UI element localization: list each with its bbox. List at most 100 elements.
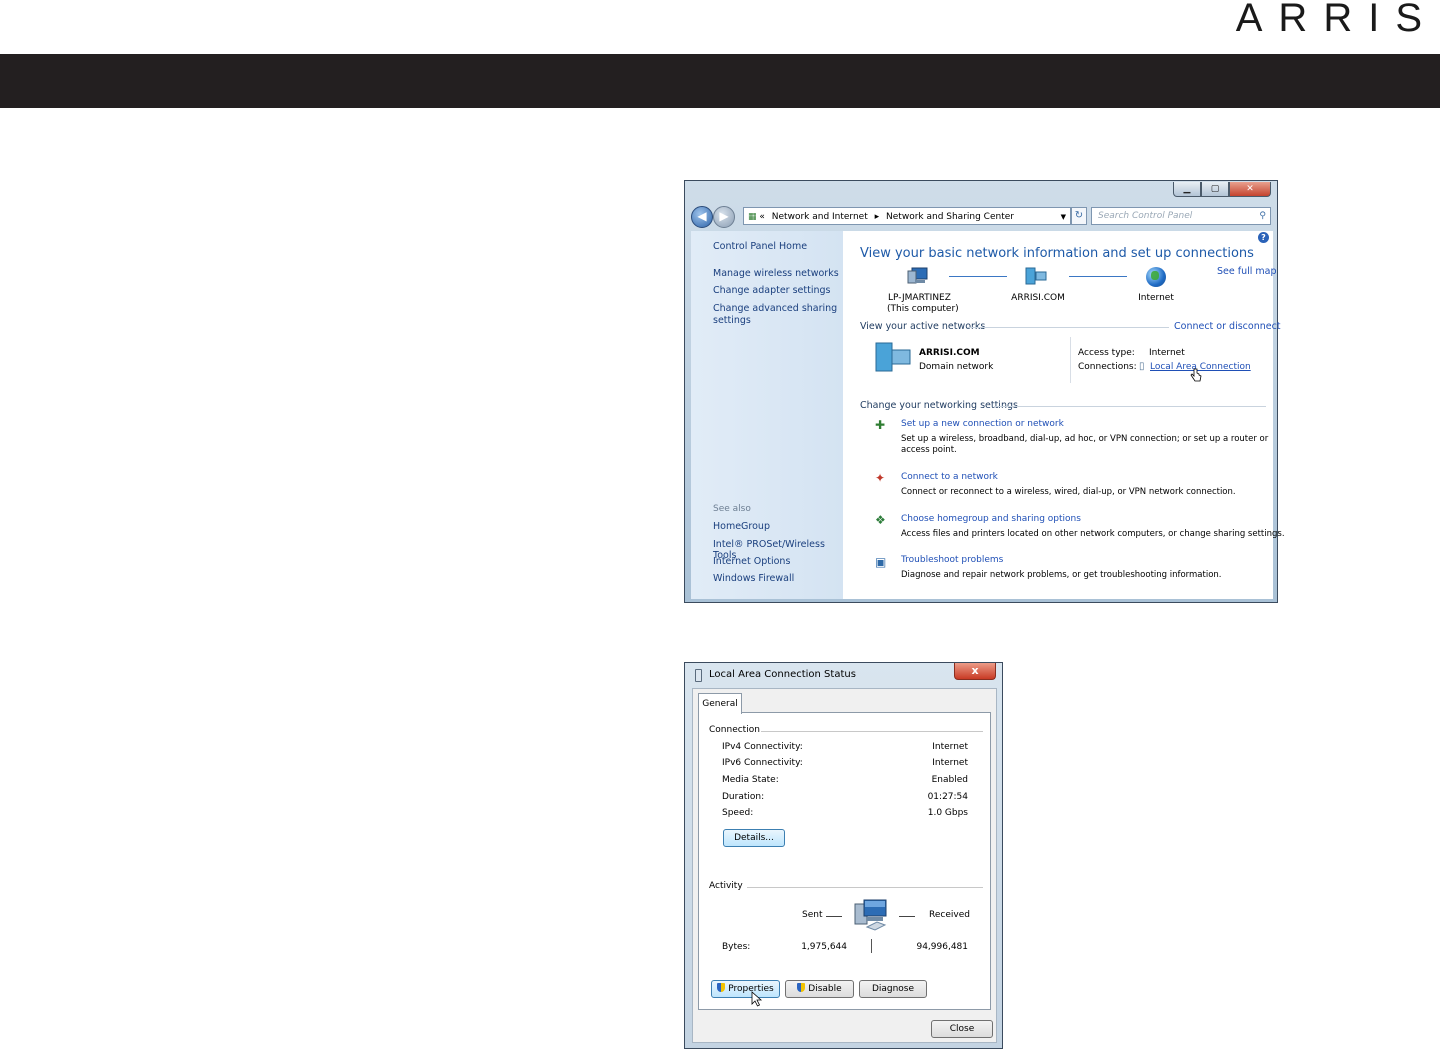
ethernet-icon: ▯ — [1139, 361, 1145, 372]
received-line — [899, 916, 915, 917]
troubleshoot-icon: ▣ — [875, 555, 887, 569]
forward-button[interactable]: ▶ — [713, 206, 735, 228]
details-button[interactable]: Details... — [723, 829, 785, 847]
media-state-value: Enabled — [931, 775, 968, 785]
access-type-label: Access type: — [1078, 348, 1135, 358]
duration-label: Duration: — [722, 792, 765, 802]
network-type[interactable]: Domain network — [919, 362, 993, 372]
group-divider — [747, 887, 983, 888]
received-label: Received — [929, 910, 970, 920]
hand-cursor-icon — [1190, 368, 1202, 382]
dropdown-arrow-icon[interactable]: ▼ — [1061, 208, 1066, 226]
maximize-button[interactable]: ▢ — [1201, 182, 1229, 197]
access-type-value: Internet — [1149, 348, 1185, 358]
header-bar — [0, 54, 1440, 108]
homegroup-icon: ❖ — [875, 513, 886, 527]
connection-group-label: Connection — [709, 725, 760, 735]
section-divider — [994, 406, 1266, 407]
bytes-received-value: 94,996,481 — [916, 942, 968, 952]
dialog-title: Local Area Connection Status — [709, 669, 856, 680]
group-divider — [761, 731, 983, 732]
computer-icon — [907, 267, 928, 284]
see-also-heading: See also — [713, 504, 751, 514]
diagnose-button[interactable]: Diagnose — [859, 980, 927, 998]
media-state-label: Media State: — [722, 775, 779, 785]
domain-network-icon — [875, 342, 911, 372]
general-tab-panel: Connection IPv4 Connectivity: Internet I… — [698, 712, 991, 1010]
connect-disconnect-link[interactable]: Connect or disconnect — [1174, 321, 1281, 332]
minimize-button[interactable]: ▁ — [1173, 182, 1201, 197]
help-icon[interactable]: ? — [1258, 232, 1269, 243]
speed-label: Speed: — [722, 808, 754, 818]
map-computer-name[interactable]: LP-JMARTINEZ — [888, 293, 951, 303]
ipv6-value: Internet — [932, 758, 968, 768]
network-name: ARRISI.COM — [919, 348, 980, 358]
section-divider — [967, 327, 1169, 328]
internet-globe-icon[interactable] — [1146, 267, 1166, 287]
speed-value: 1.0 Gbps — [927, 808, 968, 818]
map-domain-name[interactable]: ARRISI.COM — [1007, 293, 1069, 303]
close-button[interactable]: Close — [931, 1020, 993, 1038]
refresh-icon[interactable]: ↻ — [1071, 207, 1087, 225]
ipv4-value: Internet — [932, 742, 968, 752]
sent-line — [826, 916, 842, 917]
windows-firewall-link[interactable]: Windows Firewall — [713, 573, 794, 584]
homegroup-link[interactable]: HomeGroup — [713, 521, 770, 532]
internet-options-link[interactable]: Internet Options — [713, 556, 790, 567]
map-connector — [1069, 276, 1127, 277]
connect-network-link[interactable]: Connect to a network — [901, 472, 998, 482]
search-input[interactable]: Search Control Panel ⚲ — [1091, 207, 1271, 225]
uac-shield-icon — [797, 983, 806, 992]
close-icon[interactable]: x — [954, 663, 996, 680]
see-full-map-link[interactable]: See full map — [1217, 266, 1277, 277]
connections-label: Connections: — [1078, 362, 1137, 372]
control-panel-home-link[interactable]: Control Panel Home — [713, 241, 807, 252]
breadcrumb-separator[interactable]: ▸ — [875, 212, 880, 222]
window-controls: ▁ ▢ ✕ — [1173, 182, 1271, 197]
control-panel-icon: ▦ — [748, 212, 757, 222]
connect-network-icon: ✦ — [875, 471, 886, 485]
homegroup-options-link[interactable]: Choose homegroup and sharing options — [901, 514, 1081, 524]
map-internet-name[interactable]: Internet — [1125, 293, 1187, 303]
main-content: ? View your basic network information an… — [843, 231, 1285, 599]
breadcrumb-network-internet[interactable]: Network and Internet — [772, 212, 868, 222]
properties-button[interactable]: Properties — [711, 980, 780, 998]
tab-general[interactable]: General — [698, 693, 742, 714]
mouse-pointer-icon — [751, 991, 763, 1007]
close-button[interactable]: ✕ — [1229, 182, 1271, 197]
section-divider — [1070, 337, 1071, 383]
setup-connection-desc-2: access point. — [901, 445, 957, 455]
change-sharing-link[interactable]: Change advanced sharing — [713, 303, 837, 314]
map-connector — [949, 276, 1007, 277]
ipv4-label: IPv4 Connectivity: — [722, 742, 803, 752]
breadcrumb-sharing-center[interactable]: Network and Sharing Center — [886, 212, 1014, 222]
left-task-pane: Control Panel Home Manage wireless netwo… — [691, 231, 843, 599]
activity-group-label: Activity — [709, 881, 743, 891]
change-sharing-link-cont[interactable]: settings — [713, 315, 751, 326]
network-sharing-center-window: ▁ ▢ ✕ ◀ ▶ ▦ « Network and Internet ▸ Net… — [684, 180, 1285, 603]
duration-value: 01:27:54 — [927, 792, 968, 802]
troubleshoot-desc: Diagnose and repair network problems, or… — [901, 570, 1222, 580]
back-button[interactable]: ◀ — [691, 206, 713, 228]
ethernet-icon — [695, 669, 702, 682]
bytes-sent-value: 1,975,644 — [801, 942, 847, 952]
disable-button[interactable]: Disable — [785, 980, 854, 998]
setup-connection-link[interactable]: Set up a new connection or network — [901, 419, 1064, 429]
change-adapter-link[interactable]: Change adapter settings — [713, 285, 830, 296]
homegroup-options-desc: Access files and printers located on oth… — [901, 529, 1285, 539]
troubleshoot-link[interactable]: Troubleshoot problems — [901, 555, 1003, 565]
setup-connection-desc: Set up a wireless, broadband, dial-up, a… — [901, 434, 1269, 444]
new-connection-icon: ✚ — [875, 418, 886, 432]
page-heading: View your basic network information and … — [860, 246, 1254, 261]
search-icon[interactable]: ⚲ — [1259, 208, 1266, 224]
connect-network-desc: Connect or reconnect to a wireless, wire… — [901, 487, 1236, 497]
map-computer-sub: (This computer) — [887, 304, 959, 314]
uac-shield-icon — [717, 983, 726, 992]
dialog-client-area: General Connection IPv4 Connectivity: In… — [692, 688, 997, 1043]
connection-status-dialog: Local Area Connection Status x General C… — [684, 662, 1003, 1049]
bytes-label: Bytes: — [722, 942, 751, 952]
domain-network-icon — [1025, 267, 1047, 285]
address-bar[interactable]: ▦ « Network and Internet ▸ Network and S… — [743, 207, 1071, 225]
bytes-divider — [871, 939, 872, 953]
manage-wireless-link[interactable]: Manage wireless networks — [713, 268, 839, 279]
